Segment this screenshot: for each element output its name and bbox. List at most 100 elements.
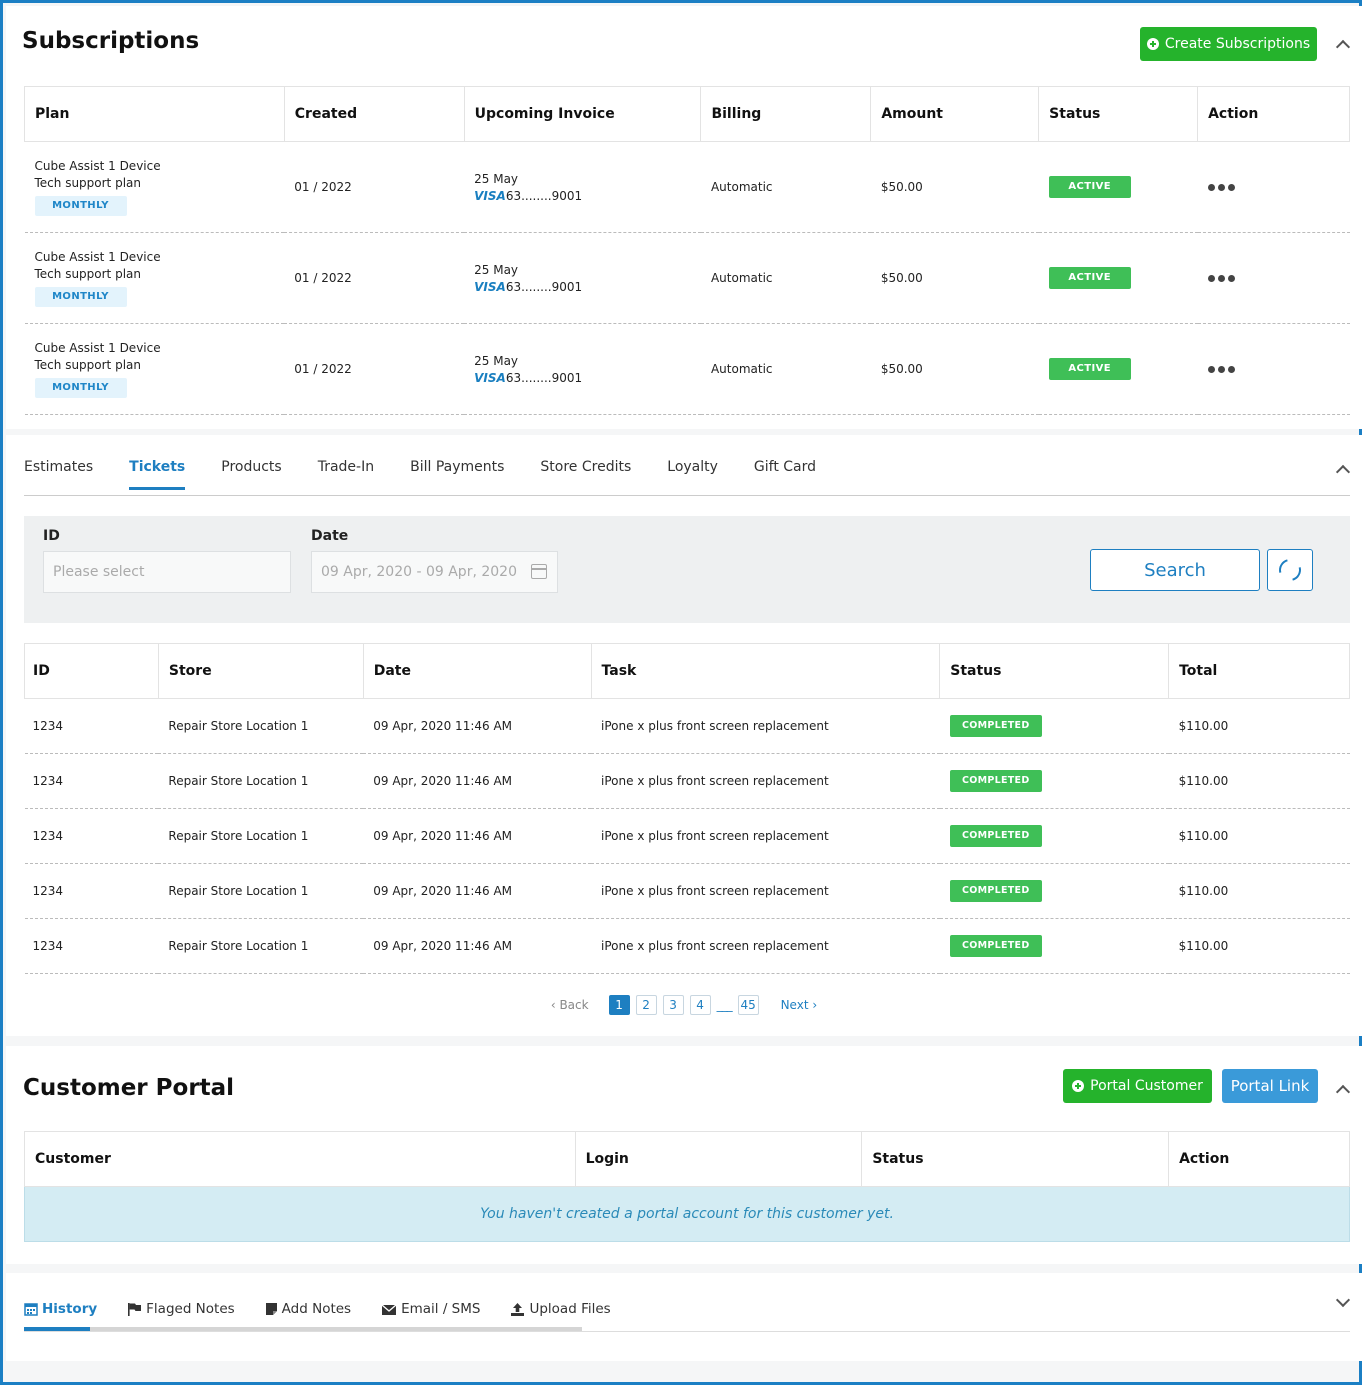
plan-description: Tech support plan <box>34 266 142 281</box>
col-header-created: Created <box>283 86 465 142</box>
more-actions-icon[interactable] <box>1207 275 1235 282</box>
search-button[interactable]: Search <box>1090 549 1260 591</box>
tab-history[interactable]: History <box>24 1301 97 1326</box>
flag-icon <box>128 1303 142 1316</box>
visa-card-icon: VISA <box>474 370 506 385</box>
subscriptions-header-row: Plan Created Upcoming Invoice Billing Am… <box>24 86 1350 142</box>
customer-portal-title: Customer Portal <box>23 1075 235 1101</box>
tab-bill-payments[interactable]: Bill Payments <box>410 459 504 490</box>
ticket-id: 1234 <box>24 698 159 754</box>
tab-trade-in[interactable]: Trade-In <box>318 459 374 490</box>
ticket-id: 1234 <box>24 918 159 974</box>
billing-type: Automatic <box>700 141 871 233</box>
table-row[interactable]: 1234 Repair Store Location 1 09 Apr, 202… <box>24 918 1350 974</box>
ticket-task: iPone x plus front screen replacement <box>591 808 940 864</box>
tab-products[interactable]: Products <box>221 459 281 490</box>
created-date: 01 / 2022 <box>284 323 465 415</box>
envelope-icon <box>381 1304 397 1315</box>
col-header-status: Status <box>939 643 1170 699</box>
invoice-date: 25 May <box>474 262 519 277</box>
ticket-task: iPone x plus front screen replacement <box>591 863 940 919</box>
more-actions-icon[interactable] <box>1207 366 1235 373</box>
records-panel: Estimates Tickets Products Trade-In Bill… <box>6 435 1362 1036</box>
billing-cycle-badge: MONTHLY <box>34 377 127 398</box>
card-number: 63........9001 <box>505 188 583 203</box>
create-subscriptions-button[interactable]: Create Subscriptions <box>1140 27 1317 61</box>
more-actions-icon[interactable] <box>1207 184 1235 191</box>
table-row[interactable]: 1234 Repair Store Location 1 09 Apr, 202… <box>24 753 1350 809</box>
col-header-plan: Plan <box>24 86 285 142</box>
id-filter-label: ID <box>43 528 60 544</box>
col-header-task: Task <box>590 643 941 699</box>
page-button-4[interactable]: 4 <box>689 995 711 1015</box>
ticket-total: $110.00 <box>1168 753 1350 809</box>
portal-customer-button[interactable]: Portal Customer <box>1063 1069 1212 1103</box>
refresh-button[interactable] <box>1267 549 1313 591</box>
col-header-store: Store <box>157 643 364 699</box>
plan-name: Cube Assist 1 Device <box>34 158 161 173</box>
id-select[interactable]: Please select <box>43 551 291 593</box>
table-row[interactable]: 1234 Repair Store Location 1 09 Apr, 202… <box>24 698 1350 754</box>
page-button-2[interactable]: 2 <box>635 995 657 1015</box>
tab-add-notes-label: Add Notes <box>281 1301 352 1317</box>
ticket-store: Repair Store Location 1 <box>158 698 364 754</box>
ticket-total: $110.00 <box>1168 808 1350 864</box>
tab-loyalty[interactable]: Loyalty <box>667 459 718 490</box>
invoice-date: 25 May <box>474 353 519 368</box>
ticket-date: 09 Apr, 2020 11:46 AM <box>363 863 592 919</box>
table-row: Cube Assist 1 Device Tech support plan M… <box>24 141 1350 233</box>
subscriptions-panel: Subscriptions Create Subscriptions Plan … <box>6 6 1362 429</box>
collapse-chevron-up-icon[interactable] <box>1335 1084 1351 1100</box>
page-button-1[interactable]: 1 <box>608 995 630 1015</box>
ticket-id: 1234 <box>24 863 159 919</box>
ticket-task: iPone x plus front screen replacement <box>591 918 940 974</box>
tab-upload-files-label: Upload Files <box>529 1301 611 1317</box>
tab-email-sms-label: Email / SMS <box>401 1301 481 1317</box>
pagination-next-link[interactable]: Next › <box>781 998 818 1012</box>
ticket-store: Repair Store Location 1 <box>158 753 364 809</box>
ticket-task: iPone x plus front screen replacement <box>591 753 940 809</box>
plus-circle-icon <box>1072 1080 1085 1092</box>
tab-gift-card[interactable]: Gift Card <box>754 459 816 490</box>
expand-chevron-down-icon[interactable] <box>1335 1292 1351 1308</box>
ticket-date: 09 Apr, 2020 11:46 AM <box>363 918 592 974</box>
tab-flaged-notes[interactable]: Flaged Notes <box>127 1301 235 1326</box>
ticket-id: 1234 <box>24 753 159 809</box>
amount: $50.00 <box>870 323 1039 415</box>
note-icon <box>265 1303 277 1315</box>
date-range-input[interactable]: 09 Apr, 2020 - 09 Apr, 2020 <box>311 551 558 593</box>
ticket-date: 09 Apr, 2020 11:46 AM <box>363 808 592 864</box>
ticket-date: 09 Apr, 2020 11:46 AM <box>363 698 592 754</box>
table-row[interactable]: 1234 Repair Store Location 1 09 Apr, 202… <box>24 863 1350 919</box>
status-badge: ACTIVE <box>1048 267 1131 289</box>
tab-email-sms[interactable]: Email / SMS <box>381 1301 480 1326</box>
amount: $50.00 <box>870 232 1039 324</box>
collapse-chevron-up-icon[interactable] <box>1335 39 1351 55</box>
customer-portal-panel: Customer Portal Portal Customer Portal L… <box>6 1046 1362 1264</box>
portal-link-button[interactable]: Portal Link <box>1222 1069 1318 1103</box>
plan-name: Cube Assist 1 Device <box>34 249 161 264</box>
billing-cycle-badge: MONTHLY <box>34 195 127 216</box>
col-header-upcoming-invoice: Upcoming Invoice <box>463 86 702 142</box>
page-button-3[interactable]: 3 <box>662 995 684 1015</box>
plus-circle-icon <box>1146 38 1159 50</box>
table-row[interactable]: 1234 Repair Store Location 1 09 Apr, 202… <box>24 808 1350 864</box>
collapse-chevron-up-icon[interactable] <box>1335 464 1351 480</box>
col-header-login: Login <box>574 1131 863 1187</box>
tab-upload-files[interactable]: Upload Files <box>510 1301 611 1326</box>
pagination-back-link[interactable]: ‹ Back <box>551 998 589 1012</box>
card-number: 63........9001 <box>505 279 583 294</box>
create-subscriptions-label: Create Subscriptions <box>1164 36 1311 52</box>
tab-add-notes[interactable]: Add Notes <box>265 1301 351 1326</box>
tab-estimates[interactable]: Estimates <box>24 459 93 490</box>
portal-header-row: Customer Login Status Action <box>24 1131 1350 1187</box>
plan-description: Tech support plan <box>34 357 142 372</box>
plan-description: Tech support plan <box>34 175 142 190</box>
col-header-customer: Customer <box>24 1131 576 1187</box>
tickets-table: ID Store Date Task Status Total 1234 Rep… <box>24 643 1350 974</box>
calendar-icon <box>24 1303 38 1316</box>
tab-tickets[interactable]: Tickets <box>129 459 186 490</box>
status-badge: ACTIVE <box>1048 176 1131 198</box>
tab-store-credits[interactable]: Store Credits <box>540 459 631 490</box>
page-button-last[interactable]: 45 <box>737 995 759 1015</box>
